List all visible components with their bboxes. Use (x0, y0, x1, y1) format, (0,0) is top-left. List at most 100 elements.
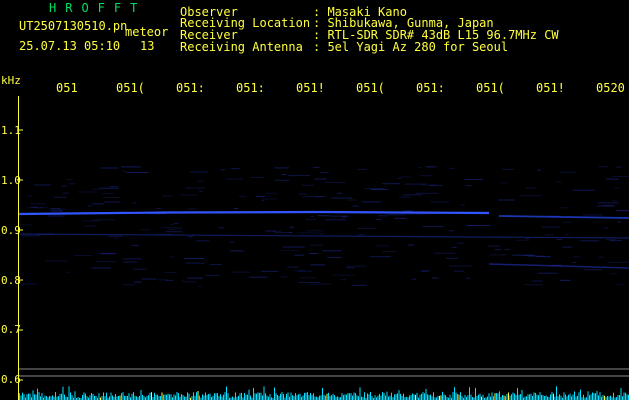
noise-bar (217, 393, 218, 400)
noise-bar (412, 393, 413, 400)
noise-speck (519, 195, 542, 197)
noise-speck (280, 250, 299, 252)
noise-bar (377, 395, 379, 400)
noise-speck (281, 276, 288, 278)
noise-bar (127, 395, 128, 400)
noise-bar (440, 395, 442, 400)
noise-bar (620, 388, 622, 400)
noise-bar (218, 396, 220, 400)
noise-speck (556, 238, 563, 240)
noise-bar (253, 387, 254, 400)
noise-speck (95, 261, 117, 263)
noise-speck (122, 284, 135, 286)
noise-speck (187, 277, 203, 279)
noise-bar (394, 394, 395, 400)
noise-speck (205, 274, 221, 276)
noise-speck (498, 199, 515, 201)
noise-bar (274, 387, 275, 400)
noise-bar (203, 395, 205, 400)
noise-bar (89, 395, 91, 400)
noise-bar (587, 391, 589, 400)
noise-speck (84, 225, 96, 227)
carrier-trace-right (498, 215, 629, 219)
noise-bar (170, 394, 172, 400)
noise-speck (431, 277, 439, 279)
noise-speck (606, 178, 619, 180)
noise-speck (396, 183, 401, 185)
noise-bar (74, 391, 76, 400)
noise-speck (378, 215, 388, 217)
noise-bar (352, 395, 353, 400)
noise-bar (529, 394, 530, 400)
noise-bar (185, 396, 187, 400)
noise-bar (104, 396, 106, 400)
noise-bar (457, 394, 458, 400)
noise-speck (180, 194, 198, 196)
noise-bar (209, 393, 211, 400)
noise-speck (306, 230, 323, 232)
noise-speck (169, 256, 175, 258)
noise-bar (556, 386, 557, 400)
noise-bar (496, 393, 497, 400)
noise-speck (131, 244, 139, 246)
noise-speck (274, 232, 292, 233)
noise-speck (33, 184, 51, 186)
noise-speck (82, 220, 101, 222)
noise-bar (619, 395, 620, 400)
noise-speck (537, 272, 557, 274)
noise-speck (133, 281, 142, 283)
noise-speck (68, 183, 75, 185)
noise-bar (245, 394, 247, 400)
noise-speck (197, 180, 204, 182)
noise-bar (220, 394, 221, 400)
noise-speck (121, 166, 141, 168)
noise-bar (590, 394, 592, 400)
noise-bar (497, 393, 499, 400)
noise-speck (199, 190, 203, 192)
noise-speck (583, 214, 603, 216)
noise-bar (320, 395, 322, 400)
noise-speck (403, 194, 422, 196)
noise-speck (87, 205, 93, 207)
noise-bar (256, 393, 257, 400)
noise-bar (602, 394, 604, 400)
noise-bar (511, 394, 512, 400)
noise-speck (310, 215, 314, 217)
noise-bar (194, 395, 196, 400)
noise-bar (505, 396, 506, 400)
noise-bar (38, 392, 40, 400)
noise-speck (122, 261, 138, 263)
noise-bar (71, 395, 73, 400)
noise-bar (106, 392, 107, 400)
noise-bar (215, 393, 217, 400)
noise-bar (331, 395, 332, 400)
noise-bar (28, 393, 29, 400)
noise-bar (91, 393, 92, 400)
noise-speck (260, 270, 279, 272)
noise-speck (370, 189, 389, 190)
noise-speck (346, 265, 367, 267)
noise-bar (227, 393, 229, 400)
noise-speck (420, 184, 438, 186)
noise-field (19, 166, 629, 287)
noise-speck (411, 278, 417, 280)
noise-speck (325, 219, 346, 221)
noise-speck (512, 254, 534, 256)
noise-speck (604, 227, 608, 229)
noise-bar (383, 392, 385, 400)
noise-speck (261, 198, 277, 200)
noise-speck (324, 182, 346, 183)
noise-bar (623, 392, 625, 400)
noise-bar (181, 394, 182, 400)
noise-bar (305, 392, 307, 400)
noise-speck (613, 187, 619, 189)
noise-bar (386, 391, 388, 400)
x-tick: 0520 (596, 81, 625, 95)
noise-speck (598, 202, 619, 204)
noise-bar (574, 391, 575, 400)
noise-bar (358, 396, 359, 400)
noise-bar (101, 396, 103, 400)
noise-bar (344, 394, 346, 400)
noise-speck (298, 282, 320, 283)
noise-bar (262, 395, 263, 400)
